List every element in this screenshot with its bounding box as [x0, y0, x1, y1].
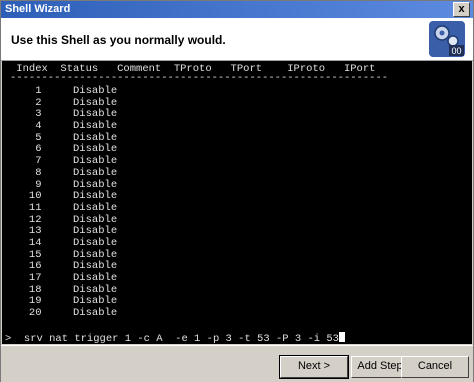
logo-label: 00 [451, 46, 461, 56]
text-cursor [338, 332, 345, 342]
terminal-row: 14 Disable [10, 236, 118, 249]
window-title: Shell Wizard [5, 3, 71, 15]
command-line[interactable]: > srv nat trigger 1 -c A -e 1 -p 3 -t 53… [5, 332, 345, 344]
next-button[interactable]: Next > [279, 355, 349, 379]
close-button[interactable]: x [453, 2, 470, 17]
shell-gears-icon: 00 [429, 21, 465, 57]
shell-terminal[interactable]: Index Status Comment TProto TPort IProto… [2, 61, 472, 344]
title-bar[interactable]: Shell Wizard x [1, 1, 473, 18]
command-text[interactable]: srv nat trigger 1 -c A -e 1 -p 3 -t 53 -… [11, 333, 339, 344]
terminal-row: 20 Disable [10, 307, 118, 320]
terminal-row: 11 Disable [10, 201, 118, 214]
terminal-row: 1 Disable [10, 85, 118, 97]
shell-wizard-window: Shell Wizard x Use this Shell as you nor… [0, 0, 474, 382]
terminal-row: 17 Disable [10, 272, 118, 284]
button-bar: Next > Add Step Cancel [1, 345, 473, 382]
terminal-row: 4 Disable [10, 120, 118, 133]
instruction-text: Use this Shell as you normally would. [11, 33, 226, 47]
terminal-row: 8 Disable [10, 166, 118, 179]
terminal-rows: 1 Disable 2 Disable 3 Disable 4 Disable … [10, 85, 118, 320]
cancel-button[interactable]: Cancel [401, 356, 469, 378]
terminal-separator: ----------------------------------------… [10, 72, 389, 84]
wizard-header: Use this Shell as you normally would. 00 [1, 18, 473, 61]
